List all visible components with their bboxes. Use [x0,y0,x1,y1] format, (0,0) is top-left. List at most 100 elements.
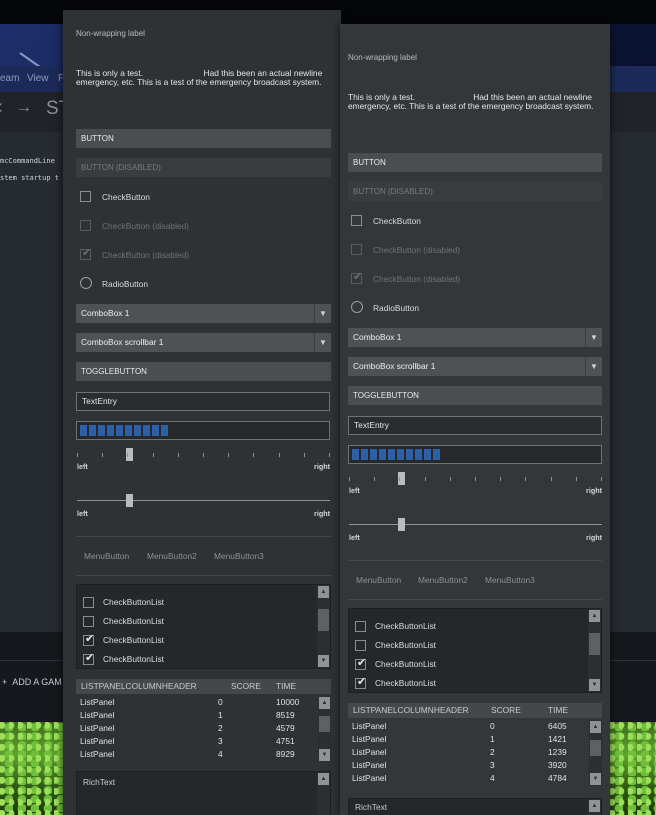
scroll-down-icon[interactable]: ▼ [590,773,601,785]
combobox-scrollbar[interactable]: ComboBox scrollbar 1 ▼ [76,333,331,352]
checkbox[interactable]: ✔ [83,633,94,646]
vertical-scrollbar[interactable]: ▲ [588,799,601,815]
chevron-down-icon[interactable]: ▼ [585,328,602,347]
table-cell: 3920 [548,760,567,770]
vertical-scrollbar[interactable]: ▲ ▼ [588,609,601,692]
table-cell: 1 [218,710,223,720]
scrollbar-thumb[interactable] [589,633,600,655]
richtext-box[interactable]: RichText ▲ [76,771,331,815]
chevron-down-icon[interactable]: ▼ [585,357,602,376]
radiobutton[interactable]: RadioButton [351,301,591,315]
slider-thumb[interactable] [398,518,405,531]
check-icon: ✔ [357,657,367,669]
checkbox[interactable] [83,616,94,627]
checkbutton-list[interactable]: CheckButtonList CheckButtonList ✔ CheckB… [76,584,331,669]
scroll-up-icon[interactable]: ▲ [589,610,600,622]
checkbox[interactable] [351,215,362,226]
slider-tick [153,453,154,457]
scrollbar-thumb[interactable] [319,716,330,732]
checkbox[interactable]: ✔ [355,657,367,670]
scroll-down-icon[interactable]: ▼ [318,655,329,667]
combobox-1[interactable]: ComboBox 1 ▼ [76,304,331,323]
scroll-down-icon[interactable]: ▼ [319,749,330,761]
toggle-button[interactable]: TOGGLEBUTTON [76,362,331,381]
checkbox[interactable] [355,640,366,651]
divider [348,599,602,600]
column-header[interactable]: TIME [548,703,568,718]
progress-segment [388,449,395,460]
slider-right-label: right [314,509,330,518]
radiobutton[interactable]: RadioButton [80,277,320,291]
scroll-up-icon[interactable]: ▲ [318,773,329,785]
combobox-value: ComboBox 1 [353,332,402,342]
listpanel[interactable]: ListPanel 0 10000 ListPanel 1 8519 ListP… [76,694,331,766]
menu-item-view[interactable]: View [27,73,49,84]
menu-button-1[interactable]: MenuButton [84,551,129,561]
column-header[interactable]: SCORE [491,703,521,718]
scrollbar-thumb[interactable] [590,740,601,756]
scroll-up-icon[interactable]: ▲ [318,586,329,598]
checkbutton-list[interactable]: CheckButtonList CheckButtonList ✔ CheckB… [348,608,602,693]
vertical-scrollbar[interactable]: ▲ ▼ [589,720,602,786]
checkbox[interactable] [83,597,94,608]
text-entry[interactable]: TextEntry [76,392,330,411]
menu-button-3[interactable]: MenuButton3 [214,551,264,561]
combobox-value: ComboBox scrollbar 1 [353,361,436,371]
table-row[interactable]: ListPanel 1 8519 [80,709,315,722]
table-row[interactable]: ListPanel 4 8929 [80,748,315,761]
checkbox[interactable]: ✔ [83,652,94,665]
toggle-button[interactable]: TOGGLEBUTTON [348,386,602,405]
slider-plain[interactable]: left right [77,470,330,520]
scroll-down-icon[interactable]: ▼ [589,679,600,691]
vertical-scrollbar[interactable]: ▲ [317,772,330,815]
column-header[interactable]: LISTPANELCOLUMNHEADER [353,703,469,718]
button[interactable]: BUTTON [76,129,331,148]
checkbox[interactable] [355,621,366,632]
listpanel[interactable]: ListPanel 0 6405 ListPanel 1 1421 ListPa… [348,718,602,790]
menu-item-team[interactable]: eam [0,73,19,84]
menu-button-2[interactable]: MenuButton2 [147,551,197,561]
column-header[interactable]: TIME [276,679,296,694]
radio-circle-icon[interactable] [80,277,92,289]
chevron-down-icon[interactable]: ▼ [314,304,331,323]
nav-forward-icon[interactable]: → [16,99,32,117]
table-row[interactable]: ListPanel 0 10000 [80,696,315,709]
richtext-content: RichText [355,802,388,812]
table-row[interactable]: ListPanel 2 1239 [352,746,587,759]
scrollbar-thumb[interactable] [318,609,329,631]
table-row[interactable]: ListPanel 3 4751 [80,735,315,748]
table-row[interactable]: ListPanel 3 3920 [352,759,587,772]
nav-back-icon[interactable]: ‹ [0,96,3,119]
checkbox[interactable] [80,191,91,202]
richtext-box[interactable]: RichText ▲ [348,798,602,815]
checkbutton[interactable]: CheckButton [80,190,320,204]
menu-button-1[interactable]: MenuButton [356,575,401,585]
checkbutton[interactable]: CheckButton [351,214,591,228]
text-entry[interactable]: TextEntry [348,416,602,435]
table-row[interactable]: ListPanel 0 6405 [352,720,587,733]
add-game-button[interactable]: + ADD A GAM [2,677,62,687]
vertical-scrollbar[interactable]: ▲ ▼ [318,696,331,762]
scroll-up-icon[interactable]: ▲ [589,800,600,812]
slider-left-label: left [349,533,360,542]
slider-thumb[interactable] [126,494,133,507]
column-header[interactable]: LISTPANELCOLUMNHEADER [81,679,197,694]
table-row[interactable]: ListPanel 4 4784 [352,772,587,785]
radio-circle-icon[interactable] [351,301,363,313]
table-row[interactable]: ListPanel 1 1421 [352,733,587,746]
menu-button-2[interactable]: MenuButton2 [418,575,468,585]
combobox-1[interactable]: ComboBox 1 ▼ [348,328,602,347]
menu-button-3[interactable]: MenuButton3 [485,575,535,585]
checkbutton-disabled-checked: ✔ CheckButton (disabled) [80,247,320,262]
column-header[interactable]: SCORE [231,679,261,694]
button[interactable]: BUTTON [348,153,602,172]
scroll-up-icon[interactable]: ▲ [319,697,330,709]
scroll-up-icon[interactable]: ▲ [590,721,601,733]
chevron-down-icon[interactable]: ▼ [314,333,331,352]
combobox-scrollbar[interactable]: ComboBox scrollbar 1 ▼ [348,357,602,376]
checkbox[interactable]: ✔ [355,676,366,689]
vertical-scrollbar[interactable]: ▲ ▼ [317,585,330,668]
table-row[interactable]: ListPanel 2 4579 [80,722,315,735]
progress-segment [89,425,96,436]
slider-plain[interactable]: left right [349,494,602,544]
